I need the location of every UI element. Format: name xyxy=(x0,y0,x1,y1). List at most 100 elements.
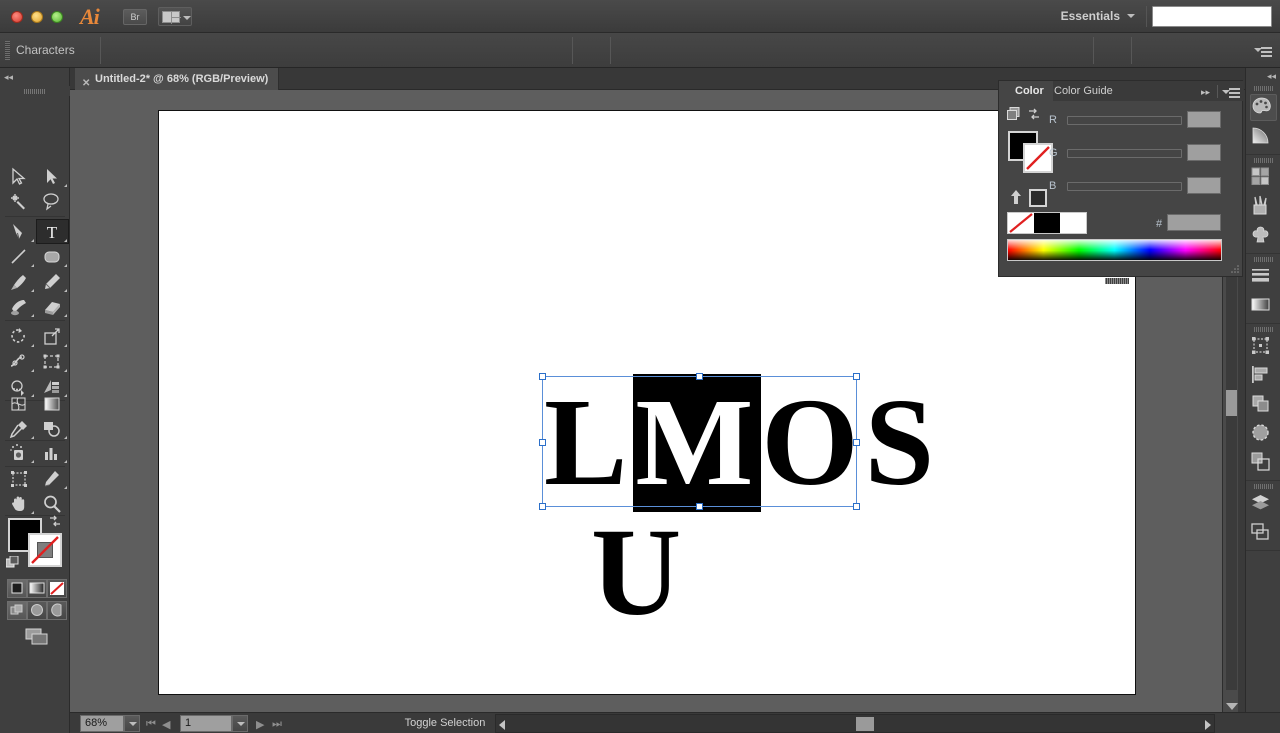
tool-artboard[interactable] xyxy=(3,466,36,491)
selection-handle-tc[interactable] xyxy=(696,373,703,380)
tool-lasso[interactable] xyxy=(36,189,69,214)
first-artboard-button[interactable]: ⏮ xyxy=(146,718,156,731)
tool-blob-brush[interactable] xyxy=(3,294,36,319)
vertical-scroll-thumb[interactable] xyxy=(1226,390,1237,416)
dock-transparency-icon[interactable] xyxy=(1250,422,1277,449)
selection-handle-bl[interactable] xyxy=(539,503,546,510)
bridge-button[interactable]: Br xyxy=(123,9,147,25)
scroll-down-arrow-icon[interactable] xyxy=(1226,703,1238,710)
search-input[interactable] xyxy=(1152,6,1272,27)
scroll-right-arrow-icon[interactable] xyxy=(1205,720,1211,730)
selection-bounding-box[interactable] xyxy=(539,373,860,510)
black-swatch-small[interactable] xyxy=(1034,213,1060,233)
tool-pencil[interactable] xyxy=(36,269,69,294)
none-white-black-swatches[interactable] xyxy=(1007,212,1087,234)
add-to-swatches-icon[interactable] xyxy=(1007,107,1021,121)
minimize-button[interactable] xyxy=(31,11,43,23)
dock-color-panel-icon[interactable] xyxy=(1250,94,1277,121)
dock-group-grip-1[interactable] xyxy=(1254,86,1274,91)
zoom-button[interactable] xyxy=(51,11,63,23)
dock-stroke-icon[interactable] xyxy=(1250,265,1277,292)
tool-line-segment[interactable] xyxy=(3,244,36,269)
selection-handle-bc[interactable] xyxy=(696,503,703,510)
default-fill-stroke-icon[interactable] xyxy=(5,555,19,569)
selection-handle-mr[interactable] xyxy=(853,439,860,446)
tool-selection[interactable] xyxy=(3,164,36,189)
tool-blend[interactable] xyxy=(36,416,69,441)
channel-value-r[interactable] xyxy=(1187,111,1221,128)
chevron-down-icon[interactable] xyxy=(1127,14,1135,18)
tool-eyedropper[interactable] xyxy=(3,416,36,441)
tool-slice[interactable] xyxy=(36,466,69,491)
channel-slider-r[interactable] xyxy=(1067,116,1182,125)
dock-artboards-icon[interactable] xyxy=(1250,521,1277,548)
tool-eraser[interactable] xyxy=(36,294,69,319)
tool-free-transform[interactable] xyxy=(36,349,69,374)
last-artboard-button[interactable]: ⏭ xyxy=(272,718,282,731)
dock-brushes-icon[interactable] xyxy=(1250,195,1277,222)
horizontal-scroll-thumb[interactable] xyxy=(856,717,874,731)
expand-panel-icon[interactable]: ▸▸ xyxy=(1201,87,1210,98)
dock-group-grip-3[interactable] xyxy=(1254,257,1274,262)
dock-color-guide-icon[interactable] xyxy=(1250,124,1277,151)
draw-inside-button[interactable] xyxy=(47,601,67,620)
document-tab[interactable]: ✕ Untitled-2* @ 68% (RGB/Preview) xyxy=(75,68,280,90)
dock-group-grip-4[interactable] xyxy=(1254,327,1274,332)
tool-mesh[interactable] xyxy=(3,391,36,416)
fill-gradient-button[interactable] xyxy=(27,579,47,598)
fill-none-button[interactable] xyxy=(47,579,67,598)
selection-handle-br[interactable] xyxy=(853,503,860,510)
dock-group-grip-5[interactable] xyxy=(1254,484,1274,489)
selection-handle-tr[interactable] xyxy=(853,373,860,380)
selection-handle-tl[interactable] xyxy=(539,373,546,380)
close-button[interactable] xyxy=(11,11,23,23)
channel-value-g[interactable] xyxy=(1187,144,1221,161)
tool-scale[interactable] xyxy=(36,324,69,349)
color-spectrum-bar[interactable] xyxy=(1007,239,1222,261)
draw-behind-button[interactable] xyxy=(27,601,47,620)
tool-column-graph[interactable] xyxy=(36,440,69,465)
swap-fill-stroke-icon[interactable] xyxy=(1027,107,1041,121)
tool-type[interactable]: T xyxy=(36,219,69,244)
artboard-number-dropdown[interactable] xyxy=(232,715,248,732)
tools-panel-grip[interactable] xyxy=(0,86,70,96)
dock-pathfinder-icon[interactable] xyxy=(1250,393,1277,420)
hex-field[interactable] xyxy=(1167,214,1221,231)
tool-zoom[interactable] xyxy=(36,491,69,516)
dock-swatches-icon[interactable] xyxy=(1250,166,1277,193)
horizontal-scrollbar[interactable] xyxy=(495,714,1215,733)
tool-hand[interactable] xyxy=(3,491,36,516)
tool-pen[interactable] xyxy=(3,219,36,244)
panel-resize-grip[interactable] xyxy=(1230,264,1240,274)
dock-align-icon[interactable] xyxy=(1250,364,1277,391)
previous-artboard-button[interactable]: ◀ xyxy=(162,718,170,731)
control-bar-grip[interactable] xyxy=(5,41,10,60)
color-panel-menu-button[interactable] xyxy=(1222,87,1240,98)
channel-slider-g[interactable] xyxy=(1067,149,1182,158)
dock-appearance-icon[interactable] xyxy=(1250,451,1277,478)
tool-width[interactable] xyxy=(3,349,36,374)
control-bar-menu-button[interactable] xyxy=(1254,45,1272,57)
zoom-level-dropdown[interactable] xyxy=(124,715,140,732)
arrange-documents-button[interactable] xyxy=(158,7,192,26)
collapse-tools-button[interactable]: ◂◂ xyxy=(4,72,13,83)
workspace-switcher[interactable]: Essentials xyxy=(1061,9,1120,23)
next-artboard-button[interactable]: ▶ xyxy=(256,718,264,731)
fill-color-button[interactable] xyxy=(7,579,27,598)
tool-gradient[interactable] xyxy=(36,391,69,416)
dock-layers-icon[interactable] xyxy=(1250,492,1277,519)
artboard[interactable]: LMOS U xyxy=(158,110,1136,695)
channel-slider-b[interactable] xyxy=(1067,182,1182,191)
collapse-dock-button[interactable]: ◂◂ xyxy=(1267,71,1276,82)
color-panel-grip[interactable] xyxy=(1105,278,1129,284)
white-swatch-small[interactable] xyxy=(1060,213,1086,233)
selection-handle-ml[interactable] xyxy=(539,439,546,446)
dock-gradient-icon[interactable] xyxy=(1250,294,1277,321)
black-swatch[interactable] xyxy=(1029,189,1047,207)
dock-group-grip-2[interactable] xyxy=(1254,158,1274,163)
tool-symbol-sprayer[interactable] xyxy=(3,440,36,465)
artwork-text-line-2[interactable]: U xyxy=(591,511,681,636)
zoom-level-field[interactable]: 68% xyxy=(80,715,124,732)
stroke-color-proxy[interactable] xyxy=(28,533,62,567)
channel-value-b[interactable] xyxy=(1187,177,1221,194)
